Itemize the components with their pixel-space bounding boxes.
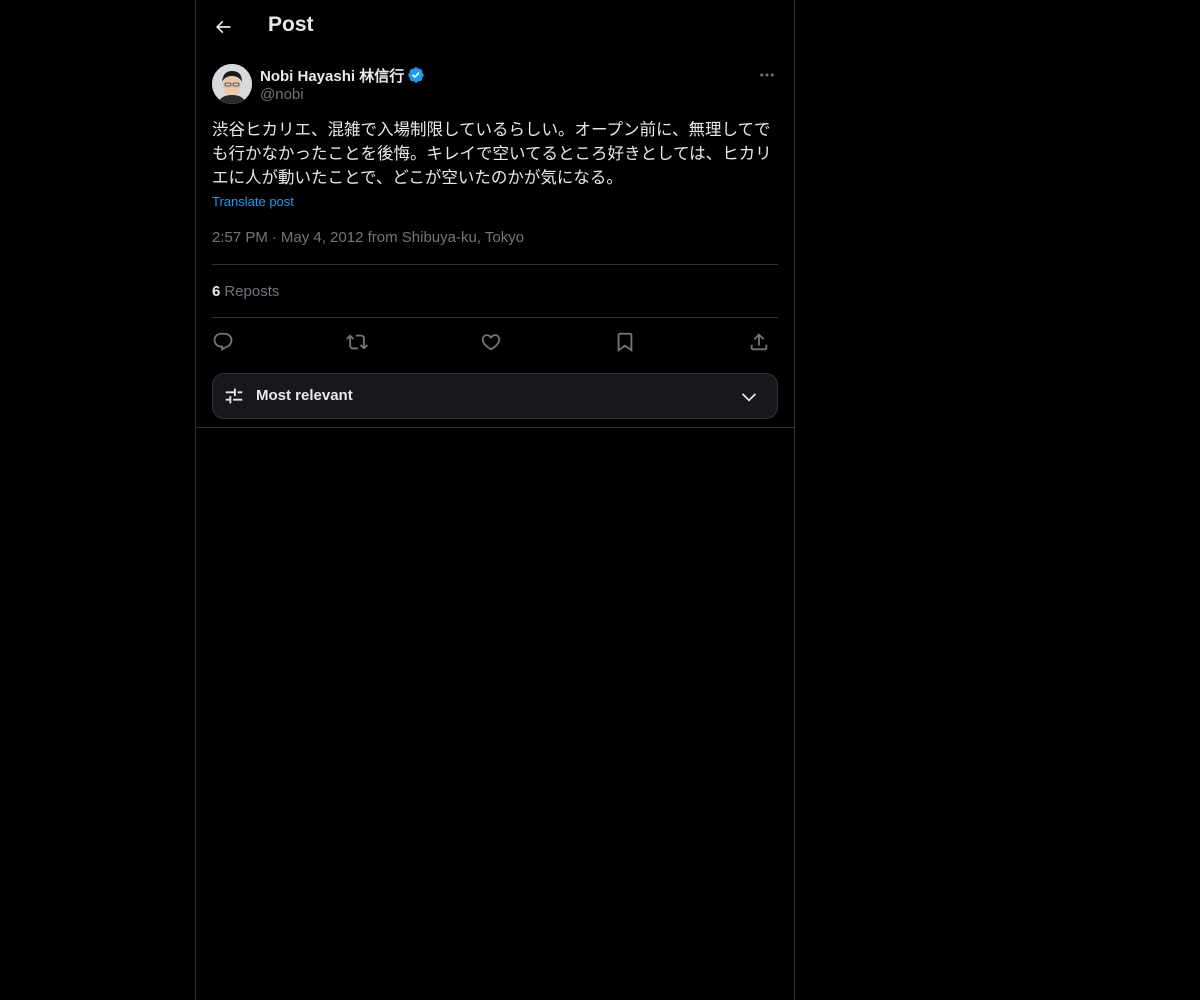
avatar-photo — [212, 64, 252, 104]
bookmark-button[interactable] — [610, 328, 640, 356]
sort-label: Most relevant — [256, 387, 353, 404]
divider — [212, 264, 778, 265]
reply-icon — [213, 332, 233, 351]
sliders-icon — [225, 388, 243, 404]
share-icon — [750, 333, 768, 351]
post-date[interactable]: May 4, 2012 — [281, 229, 364, 246]
chevron-down-icon — [741, 393, 757, 402]
post-header: Post — [196, 0, 794, 54]
avatar[interactable] — [212, 64, 252, 104]
heart-icon — [481, 334, 501, 351]
page-title: Post — [268, 13, 314, 36]
post-actions — [212, 328, 778, 356]
post-text: 渋谷ヒカリエ、混雑で入場制限しているらしい。オープン前に、無理してでも行かなかっ… — [212, 120, 772, 187]
divider — [212, 317, 778, 318]
reposts-count: 6 — [212, 283, 221, 300]
reposts-stat[interactable]: 6 Reposts — [212, 283, 279, 300]
repost-icon — [346, 334, 368, 350]
author-name-row: Nobi Hayashi 林信行 — [260, 64, 425, 86]
share-button[interactable] — [744, 328, 774, 356]
section-divider — [196, 427, 794, 428]
bookmark-icon — [617, 332, 633, 353]
author-name[interactable]: Nobi Hayashi 林信行 — [260, 65, 404, 86]
verified-badge-icon[interactable] — [407, 66, 425, 84]
more-options-button[interactable] — [752, 62, 782, 88]
arrow-left-icon — [215, 20, 231, 34]
author-handle[interactable]: @nobi — [260, 86, 304, 103]
reposts-label: Reposts — [224, 283, 280, 300]
repost-button[interactable] — [342, 328, 372, 356]
translate-post-link[interactable]: Translate post — [212, 194, 294, 209]
reply-button[interactable] — [208, 328, 238, 356]
more-horizontal-icon — [760, 73, 774, 77]
like-button[interactable] — [476, 328, 506, 356]
post-time[interactable]: 2:57 PM — [212, 229, 268, 246]
meta-separator: · — [271, 229, 277, 246]
post-location: from Shibuya-ku, Tokyo — [367, 229, 525, 246]
post-meta: 2:57 PM · May 4, 2012 from Shibuya-ku, Tok… — [212, 229, 524, 246]
post-detail-column: Post Nobi Hayashi 林信行 @nobi 渋谷ヒカリエ、混雑で入場… — [195, 0, 795, 1000]
back-button[interactable] — [206, 10, 240, 44]
reply-sort-dropdown[interactable]: Most relevant — [212, 373, 778, 419]
